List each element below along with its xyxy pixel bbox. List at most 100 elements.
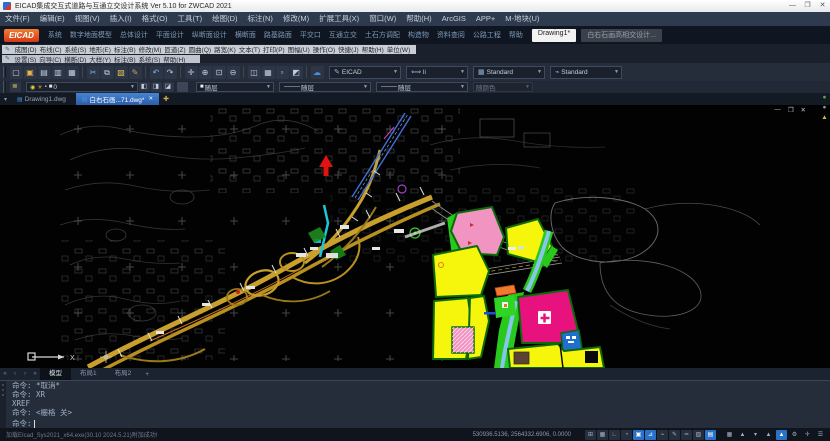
eicad-menu-item[interactable]: 资料查阅 (433, 30, 469, 40)
eicad-doc-button[interactable]: Drawing1* (532, 29, 576, 42)
menu-item[interactable]: M-地块(U) (500, 12, 544, 26)
layout-tab[interactable]: 布局2 (106, 368, 141, 380)
dim-style-combo[interactable]: ⟺ li ▼ (406, 66, 468, 79)
status-toggle[interactable]: ⊞ (585, 430, 596, 440)
status-toggle[interactable]: ⌁ (657, 430, 668, 440)
toolbar-icon[interactable]: ▥ (52, 66, 65, 79)
toolbar-icon[interactable] (82, 66, 83, 78)
command-panel[interactable]: 命令: *取消*命令: XRXREF命令: <栅格 关> 命令: (0, 380, 830, 428)
toolbar-icon[interactable] (306, 66, 307, 78)
status-icon[interactable]: ▦ (724, 430, 735, 440)
layer-combo[interactable]: ◉☀▪■ 0 ▼ (26, 82, 138, 92)
status-toggle[interactable]: ⊿ (645, 430, 656, 440)
menu-item[interactable]: 绘图(D) (207, 12, 242, 26)
doc-close-button[interactable]: ✕ (801, 106, 806, 114)
toolbar-icon[interactable]: ◩ (290, 66, 303, 79)
toolbar-icon[interactable]: ▫ (276, 66, 289, 79)
status-toggle[interactable]: ▨ (693, 430, 704, 440)
toolbar-icon[interactable]: ⊖ (227, 66, 240, 79)
status-toggle[interactable]: ∟ (609, 430, 620, 440)
status-icon[interactable]: ▲ (737, 430, 748, 440)
status-icon[interactable]: ▲ (763, 430, 774, 440)
document-tab[interactable]: ▤ 白右石画...71.dwg* ✕ (76, 93, 159, 105)
text-style-combo[interactable]: ✎ EICAD ▼ (329, 66, 401, 79)
toolbar-icon[interactable]: ▦ (66, 66, 79, 79)
toolbar-icon[interactable]: ▢ (10, 66, 23, 79)
submenu-item[interactable]: 标注(B) (112, 44, 137, 54)
submenu-item[interactable]: 打印(P) (262, 44, 287, 54)
submenu-item[interactable]: 圆曲(Q) (187, 44, 212, 54)
layer-tool-icon[interactable]: ◪ (163, 82, 174, 92)
status-toggle[interactable]: ▤ (705, 430, 716, 440)
eicad-menu-item[interactable]: 数字地面模型 (66, 30, 116, 40)
status-icon[interactable]: ⚙ (789, 430, 800, 440)
layout-nav-arrow[interactable]: » (30, 371, 40, 377)
toolbar-grip[interactable] (3, 81, 6, 93)
toolbar-grip[interactable] (3, 66, 6, 78)
submenu-item[interactable]: 系统(S) (63, 44, 88, 54)
coordinate-display[interactable]: 530936.5136, 2564332.6906, 0.0000 (473, 432, 571, 438)
document-tab[interactable]: ▤ Drawing1.dwg (11, 93, 76, 105)
doc-restore-button[interactable]: ❐ (788, 106, 794, 114)
status-icon[interactable]: ▲ (776, 430, 787, 440)
layout-nav-arrow[interactable]: › (20, 371, 30, 377)
layer-tool-icon[interactable]: ◧ (139, 82, 150, 92)
menu-item[interactable]: 标注(N) (243, 12, 278, 26)
status-toggle[interactable]: ━ (681, 430, 692, 440)
toolbar-icon[interactable]: ↷ (164, 66, 177, 79)
eicad-menu-item[interactable]: 构造物 (404, 30, 433, 40)
toolbar-icon[interactable]: ◫ (248, 66, 261, 79)
toolbar-icon[interactable]: ▧ (115, 66, 128, 79)
menu-item[interactable]: 帮助(H) (401, 12, 436, 26)
doc-minimize-button[interactable]: — (774, 106, 781, 114)
toolbar-icon[interactable]: ✎ (129, 66, 142, 79)
layout-nav-arrow[interactable]: « (0, 371, 10, 377)
menu-item[interactable]: 文件(F) (0, 12, 35, 26)
submenu-item[interactable]: 修改(M) (137, 44, 163, 54)
submenu-item[interactable]: 图幅(U) (286, 44, 311, 54)
menu-item[interactable]: 扩展工具(X) (314, 12, 364, 26)
toolbar-icon[interactable]: ↶ (150, 66, 163, 79)
new-tab-button[interactable]: ✚ (159, 95, 173, 103)
toolbar-icon[interactable] (243, 66, 244, 78)
add-layout-button[interactable]: + (140, 371, 154, 378)
menu-item[interactable]: 插入(I) (105, 12, 137, 26)
status-toggle[interactable]: ▦ (597, 430, 608, 440)
eicad-menu-item[interactable]: 横断面 (231, 30, 260, 40)
color-combo[interactable]: ■ 随层 ▼ (196, 82, 274, 92)
close-button[interactable]: ✕ (815, 0, 830, 12)
submenu-item[interactable]: 布线(C) (38, 44, 63, 54)
eicad-menu-item[interactable]: 帮助 (505, 30, 527, 40)
submenu-item[interactable]: 帮助(H) (360, 44, 385, 54)
menu-item[interactable]: 格式(O) (137, 12, 173, 26)
eicad-menu-item[interactable]: 平交口 (296, 30, 325, 40)
layout-nav-arrow[interactable]: ‹ (10, 371, 20, 377)
menu-item[interactable]: ArcGIS (437, 12, 471, 26)
submenu-item[interactable]: 成图(D) (13, 44, 38, 54)
drawing-canvas[interactable]: X — ❐ ✕ ●●▲ (0, 105, 830, 368)
toolbar-icon[interactable]: ⧉ (101, 66, 114, 79)
side-tool-icon[interactable]: ▲ (821, 114, 827, 122)
toolbar-icon[interactable]: ▦ (262, 66, 275, 79)
eicad-doc-button[interactable]: 白右石画高相交设计... (581, 29, 662, 42)
eicad-menu-item[interactable]: 互通立交 (325, 30, 361, 40)
menu-item[interactable]: 工具(T) (173, 12, 208, 26)
toolbar-icon[interactable]: ✛ (185, 66, 198, 79)
submenu-item[interactable]: 单位(W) (385, 44, 411, 54)
mleader-style-combo[interactable]: ⌁ Standard ▼ (550, 66, 622, 79)
toolbar-icon[interactable] (180, 66, 181, 78)
lineweight-combo[interactable]: ——— 随层 ▼ (376, 82, 468, 92)
layout-tab[interactable]: 布局1 (71, 368, 106, 380)
eicad-menu-item[interactable]: 总体设计 (116, 30, 152, 40)
layer-tool-icon[interactable]: ◨ (151, 82, 162, 92)
status-icon[interactable]: ☰ (815, 430, 826, 440)
submenu-item[interactable]: 操作(O) (311, 44, 336, 54)
toolbar-icon[interactable]: ▤ (38, 66, 51, 79)
tab-overflow-icon[interactable]: ▾ (0, 96, 11, 103)
toolbar-icon[interactable] (145, 66, 146, 78)
menu-item[interactable]: 修改(M) (278, 12, 314, 26)
status-toggle[interactable]: ◔ (621, 430, 632, 440)
minimize-button[interactable]: — (785, 0, 800, 12)
menu-item[interactable]: APP+ (471, 12, 500, 26)
menu-item[interactable]: 视图(V) (70, 12, 105, 26)
